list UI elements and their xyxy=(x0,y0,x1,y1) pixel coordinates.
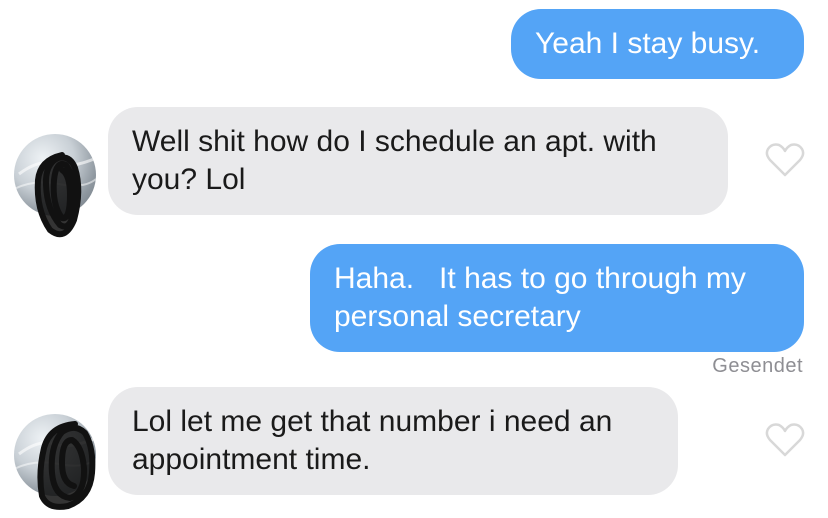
redaction-scribble xyxy=(37,421,96,510)
message-bubble-sent[interactable]: Haha. It has to go through my personal s… xyxy=(310,244,804,352)
sent-status-label: Gesendet xyxy=(712,355,803,377)
message-text: Yeah I stay busy. xyxy=(535,27,761,60)
message-bubble-received[interactable]: Lol let me get that number i need an app… xyxy=(108,387,678,495)
message-bubble-received[interactable]: Well shit how do I schedule an apt. with… xyxy=(108,107,728,215)
redaction-scribble xyxy=(34,152,82,238)
heart-outline-icon[interactable] xyxy=(765,142,805,178)
heart-outline-icon[interactable] xyxy=(765,422,805,458)
message-text: Lol let me get that number i need an app… xyxy=(132,405,613,476)
message-bubble-sent[interactable]: Yeah I stay busy. xyxy=(511,9,804,79)
message-text: Haha. It has to go through my personal s… xyxy=(334,262,746,333)
message-text: Well shit how do I schedule an apt. with… xyxy=(132,125,657,196)
